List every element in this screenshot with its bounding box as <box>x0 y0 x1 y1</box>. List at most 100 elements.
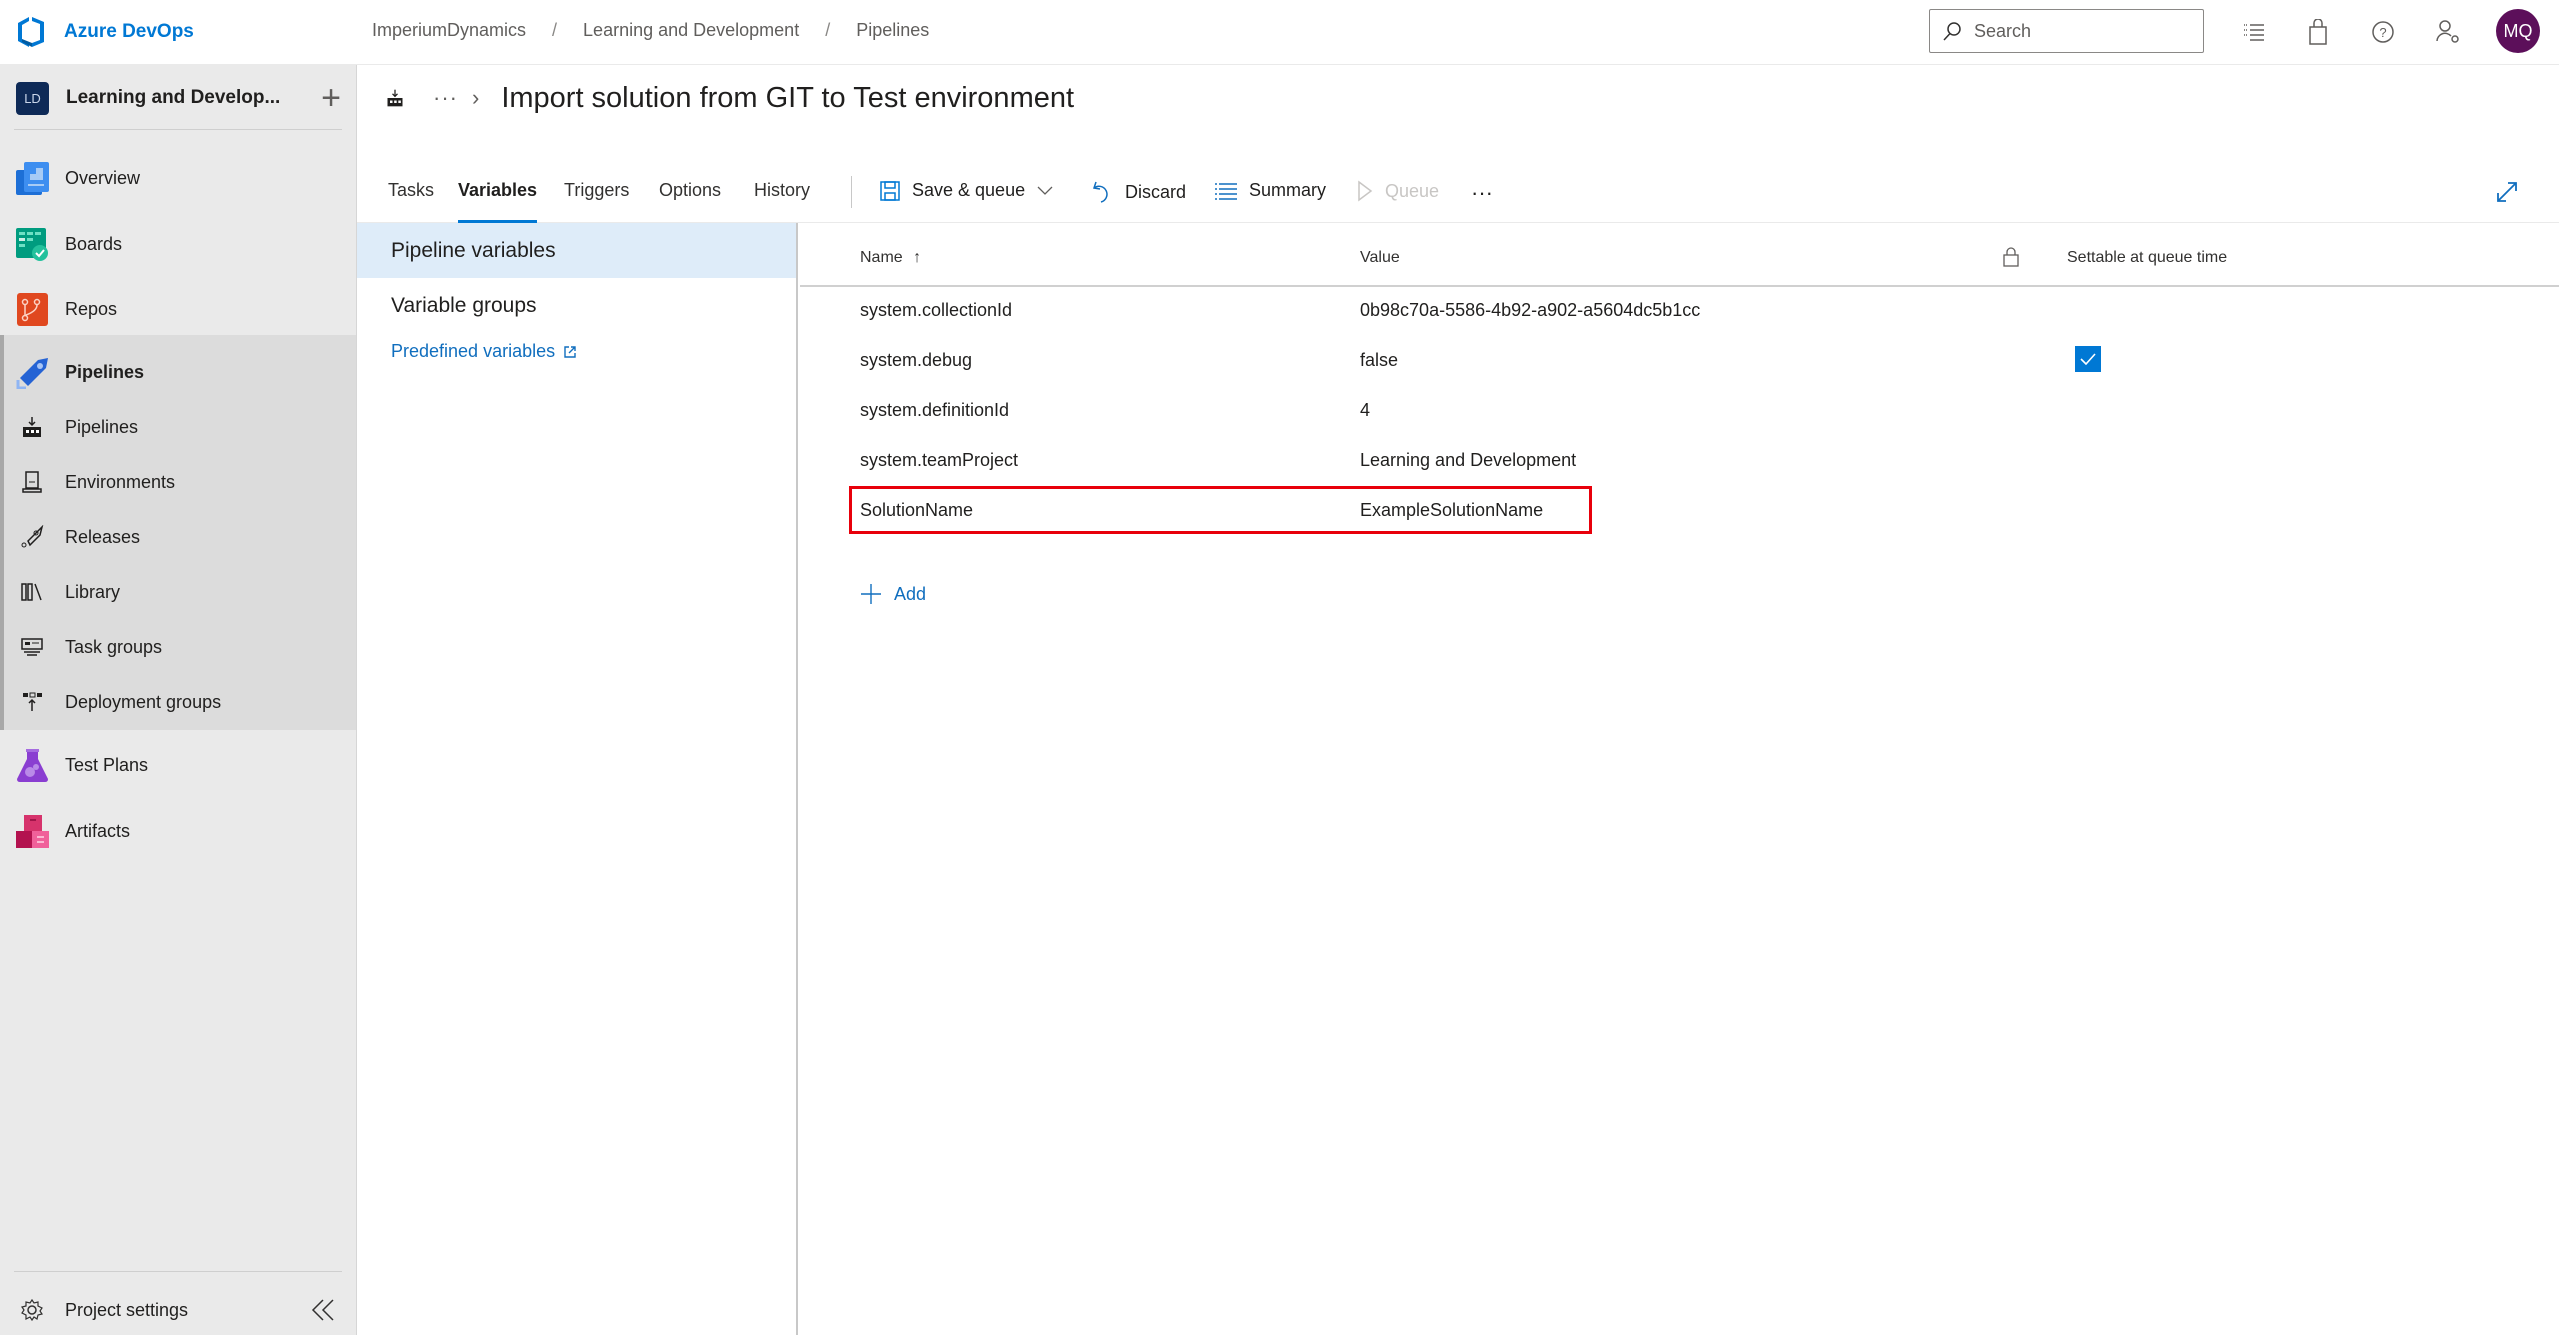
project-settings-link[interactable]: Project settings <box>0 1285 356 1335</box>
sidebar-subitem-deployment-groups[interactable]: Deployment groups <box>0 680 356 724</box>
breadcrumb: ImperiumDynamics / Learning and Developm… <box>372 20 929 41</box>
breadcrumb-project[interactable]: Learning and Development <box>583 20 799 41</box>
sidebar-item-label: Deployment groups <box>65 691 222 712</box>
library-icon <box>21 583 42 601</box>
save-and-queue-button[interactable]: Save & queue <box>880 180 1053 201</box>
sidebar-item-overview[interactable]: Overview <box>0 153 356 203</box>
task-groups-icon <box>21 638 43 656</box>
table-row[interactable]: system.teamProject Learning and Developm… <box>800 437 2559 487</box>
external-link-icon <box>564 345 576 358</box>
repos-icon <box>17 292 48 326</box>
variable-groups-item[interactable]: Variable groups <box>357 278 796 333</box>
sidebar-item-test-plans[interactable]: Test Plans <box>0 740 356 790</box>
checkmark-icon <box>2080 353 2096 365</box>
tab-tasks[interactable]: Tasks <box>388 180 434 223</box>
help-icon[interactable]: ? <box>2369 18 2397 46</box>
predefined-variables-link[interactable]: Predefined variables <box>391 341 577 362</box>
breadcrumb-separator: / <box>552 20 558 40</box>
column-header-name[interactable]: Name ↑ <box>860 249 921 267</box>
highlight-annotation-box <box>849 486 1592 534</box>
list-icon <box>1215 182 1237 200</box>
queue-button[interactable]: Queue <box>1357 180 1439 202</box>
sidebar-item-boards[interactable]: Boards <box>0 219 356 269</box>
sidebar-subitem-library[interactable]: Library <box>0 570 356 614</box>
more-actions-button[interactable]: ··· <box>1471 180 1493 206</box>
sidebar-item-label: Artifacts <box>65 820 131 841</box>
sort-ascending-icon: ↑ <box>913 249 922 266</box>
discard-label: Discard <box>1125 181 1187 202</box>
page-title: Import solution from GIT to Test environ… <box>501 81 1075 114</box>
variable-value[interactable]: 4 <box>1360 400 1370 421</box>
column-header-settable: Settable at queue time <box>2067 249 2228 266</box>
breadcrumb-organization[interactable]: ImperiumDynamics <box>372 20 526 41</box>
table-row[interactable]: system.collectionId 0b98c70a-5586-4b92-a… <box>800 287 2559 337</box>
search-icon <box>1943 22 1961 41</box>
tab-bar: Tasks Variables Triggers Options History… <box>357 170 2559 223</box>
project-header[interactable]: LD Learning and Develop... + <box>16 81 341 115</box>
variable-value[interactable]: false <box>1360 350 1398 371</box>
table-row[interactable]: system.debug false <box>800 337 2559 387</box>
collapse-sidebar-icon[interactable] <box>310 1297 336 1323</box>
sidebar-subitem-releases[interactable]: Releases <box>0 515 356 559</box>
summary-button[interactable]: Summary <box>1215 180 1326 201</box>
tab-history[interactable]: History <box>754 180 810 223</box>
user-settings-icon[interactable] <box>2434 18 2462 46</box>
variable-name[interactable]: system.definitionId <box>860 400 1009 421</box>
sidebar-item-artifacts[interactable]: Artifacts <box>0 806 356 856</box>
add-label: Add <box>894 583 927 604</box>
variable-name[interactable]: system.debug <box>860 350 972 371</box>
table-row[interactable]: system.definitionId 4 <box>800 387 2559 437</box>
tab-triggers[interactable]: Triggers <box>564 180 629 223</box>
app-name: Azure DevOps <box>64 21 194 42</box>
column-header-name-label: Name <box>860 249 903 266</box>
sidebar-divider <box>14 1271 342 1272</box>
project-badge: LD <box>16 81 49 115</box>
plus-icon[interactable]: + <box>321 81 341 115</box>
plus-icon <box>861 584 881 604</box>
chevron-right-icon: › <box>471 85 480 110</box>
fullscreen-expand-icon[interactable] <box>2493 178 2521 206</box>
tab-variables[interactable]: Variables <box>458 180 538 223</box>
settable-checkbox[interactable] <box>2075 346 2101 372</box>
sidebar-subitem-pipelines[interactable]: Pipelines <box>0 405 356 449</box>
sidebar-item-label: Task groups <box>65 636 163 657</box>
test-plans-icon <box>17 748 48 782</box>
sidebar-item-pipelines[interactable]: Pipelines <box>0 347 356 397</box>
sidebar-item-label: Overview <box>65 167 141 188</box>
sidebar-subitem-task-groups[interactable]: Task groups <box>0 625 356 669</box>
overview-icon <box>16 161 49 195</box>
deployment-groups-icon <box>23 692 42 711</box>
pipeline-variables-item[interactable]: Pipeline variables <box>357 223 796 278</box>
pipelines-icon <box>16 357 48 389</box>
sidebar-item-label: Pipelines <box>65 416 139 437</box>
variable-value[interactable]: Learning and Development <box>1360 450 1576 471</box>
boards-icon <box>16 227 48 261</box>
variable-name[interactable]: system.teamProject <box>860 450 1018 471</box>
brand[interactable]: Azure DevOps <box>16 16 194 48</box>
sidebar-item-repos[interactable]: Repos <box>0 284 356 334</box>
page-header: ··· › Import solution from GIT to Test e… <box>385 78 1074 118</box>
sidebar-subitem-environments[interactable]: Environments <box>0 460 356 504</box>
marketplace-bag-icon[interactable] <box>2304 18 2332 46</box>
table-header: Name ↑ Value Settable at queue time <box>800 223 2559 287</box>
column-header-value: Value <box>1360 249 1400 266</box>
search-placeholder: Search <box>1974 20 2032 41</box>
discard-button[interactable]: Discard <box>1091 180 1186 204</box>
project-name: Learning and Develop... <box>66 87 281 108</box>
chevron-down-icon[interactable] <box>1037 186 1053 196</box>
work-items-icon[interactable] <box>2240 18 2268 46</box>
variable-value[interactable]: 0b98c70a-5586-4b92-a902-a5604dc5b1cc <box>1360 300 1700 321</box>
queue-label: Queue <box>1385 180 1440 201</box>
breadcrumb-more-button[interactable]: ··· <box>433 85 458 111</box>
user-avatar[interactable]: MQ <box>2496 9 2540 53</box>
sidebar-item-label: Boards <box>65 233 123 254</box>
sidebar-item-label: Project settings <box>65 1299 189 1320</box>
azure-devops-logo-icon <box>18 17 44 47</box>
sidebar-item-label: Pipelines <box>65 361 145 382</box>
tab-options[interactable]: Options <box>659 180 721 223</box>
sidebar-item-label: Environments <box>65 471 176 492</box>
search-input[interactable]: Search <box>1929 9 2204 53</box>
add-variable-button[interactable]: Add <box>860 583 926 605</box>
variable-name[interactable]: system.collectionId <box>860 300 1012 321</box>
breadcrumb-pipelines[interactable]: Pipelines <box>856 20 929 41</box>
